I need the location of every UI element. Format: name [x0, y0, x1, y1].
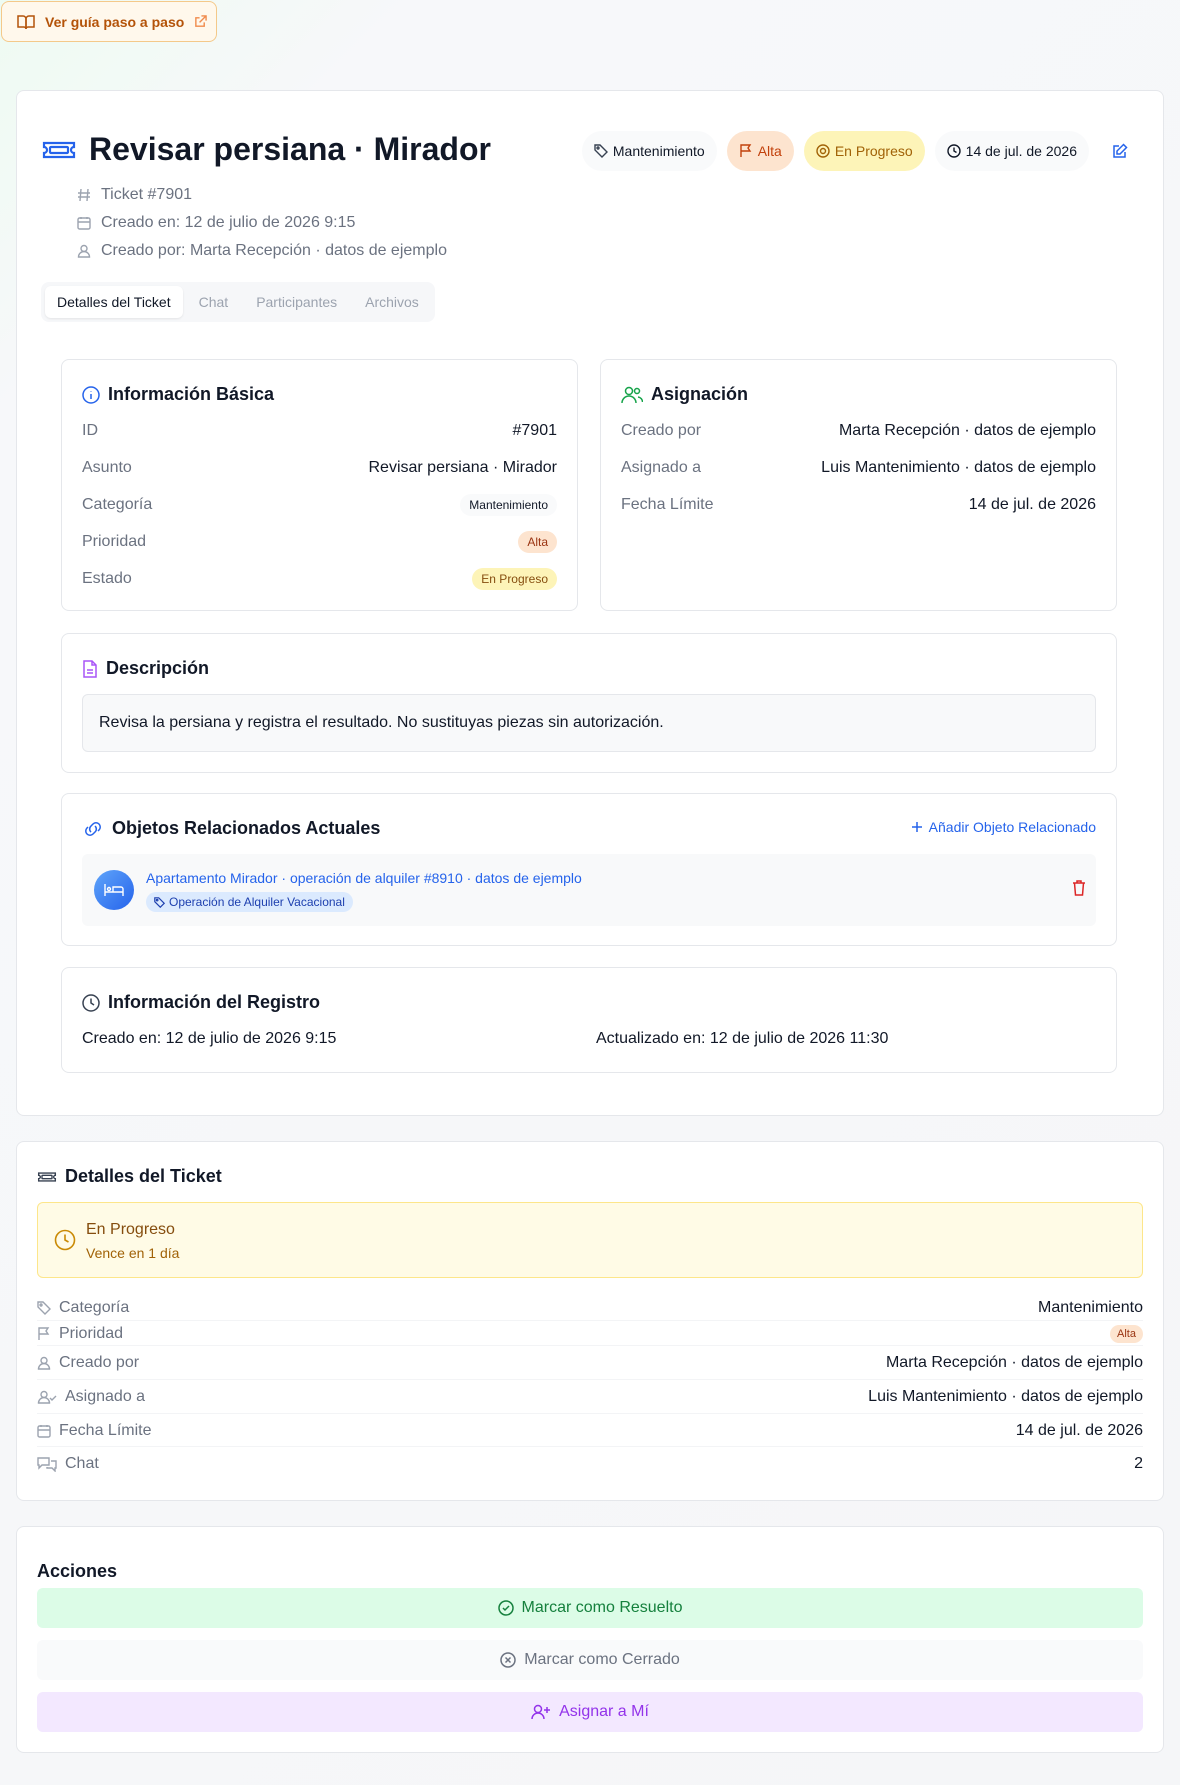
- book-icon: [17, 14, 35, 30]
- detail-row-category: Categoría Mantenimiento: [37, 1295, 1143, 1321]
- edit-icon: [1112, 143, 1128, 159]
- document-icon: [82, 659, 98, 678]
- related-objects-panel: Objetos Relacionados Actuales Añadir Obj…: [61, 793, 1117, 946]
- user-icon: [77, 244, 91, 258]
- guide-label: Ver guía paso a paso: [45, 13, 185, 30]
- actions-title: Acciones: [37, 1561, 118, 1581]
- basic-info-panel: Información Básica ID #7901 Asunto Revisar…: [61, 359, 578, 611]
- detail-row-due: Fecha Límite 14 de jul. de 2026: [37, 1415, 1143, 1447]
- created-by-row: Creado por: Marta Recepción · datos de e…: [77, 237, 447, 265]
- created-at-row: Creado en: 12 de julio de 2026 9:15: [77, 209, 447, 237]
- status-badge: En Progreso: [803, 131, 925, 171]
- ticket-tabs: Detalles del Ticket Chat Participantes A…: [41, 282, 435, 322]
- tag-icon: [594, 144, 608, 158]
- ticket-main-card: Revisar persiana · Mirador Mantenimiento…: [16, 90, 1164, 1116]
- due-date-badge: 14 de jul. de 2026: [934, 131, 1089, 171]
- ticket-meta: Ticket #7901 Creado en: 12 de julio de 2…: [77, 181, 447, 265]
- ticket-icon: [41, 138, 77, 162]
- related-object-type: Operación de Alquiler Vacacional: [146, 892, 353, 912]
- registry-updated: Actualizado en: 12 de julio de 2026 11:3…: [596, 1030, 889, 1047]
- tab-details[interactable]: Detalles del Ticket: [45, 286, 183, 318]
- detail-row-priority: Prioridad Alta: [37, 1322, 1143, 1346]
- user-plus-icon: [531, 1704, 551, 1720]
- info-row-id: ID #7901: [82, 421, 557, 439]
- info-icon: [82, 385, 100, 404]
- edit-button[interactable]: [1105, 136, 1135, 166]
- registry-created: Creado en: 12 de julio de 2026 9:15: [82, 1030, 337, 1047]
- due-note: Vence en 1 día: [86, 1245, 180, 1261]
- mark-resolved-button[interactable]: Marcar como Resuelto: [37, 1588, 1143, 1628]
- related-object-link[interactable]: Apartamento Mirador · operación de alqui…: [146, 870, 582, 886]
- flag-icon: [37, 1326, 51, 1341]
- flag-icon: [739, 144, 753, 158]
- basic-info-title: Información Básica: [82, 384, 274, 405]
- details-title: Detalles del Ticket: [37, 1166, 222, 1187]
- actions-card: Acciones Marcar como Resuelto Marcar com…: [16, 1526, 1164, 1753]
- guide-button[interactable]: Ver guía paso a paso: [1, 1, 217, 42]
- registry-title: Información del Registro: [82, 992, 320, 1013]
- description-panel: Descripción Revisa la persiana y registr…: [61, 633, 1117, 773]
- priority-chip: Alta: [518, 530, 557, 553]
- assign-to-me-button[interactable]: Asignar a Mí: [37, 1692, 1143, 1732]
- hash-icon: [77, 188, 91, 202]
- info-row-subject: Asunto Revisar persiana · Mirador: [82, 458, 557, 476]
- info-row-status: Estado En Progreso: [82, 560, 557, 597]
- priority-badge: Alta: [726, 131, 794, 171]
- description-text: Revisa la persiana y registra el resulta…: [82, 694, 1096, 752]
- ticket-title: Revisar persiana · Mirador: [89, 131, 491, 167]
- ticket-icon: [37, 1170, 57, 1184]
- clock-icon: [946, 144, 961, 158]
- priority-chip: Alta: [1110, 1324, 1143, 1343]
- link-icon: [82, 821, 104, 837]
- detail-row-creator: Creado por Marta Recepción · datos de ej…: [37, 1347, 1143, 1380]
- check-circle-icon: [497, 1600, 514, 1616]
- progress-circle-icon: [816, 144, 830, 158]
- assignment-panel: Asignación Creado por Marta Recepción · d…: [600, 359, 1117, 611]
- calendar-icon: [77, 216, 91, 230]
- category-chip: Mantenimiento: [460, 493, 557, 516]
- tag-icon: [154, 896, 165, 908]
- add-related-object-button[interactable]: Añadir Objeto Relacionado: [911, 819, 1096, 835]
- plus-icon: [911, 821, 923, 833]
- info-row-category: Categoría Mantenimiento: [82, 486, 557, 523]
- status-alert: En Progreso Vence en 1 día: [37, 1202, 1143, 1278]
- clock-icon: [54, 1229, 76, 1251]
- user-check-icon: [37, 1390, 57, 1404]
- assignment-title: Asignación: [621, 384, 748, 405]
- chat-icon: [37, 1456, 57, 1472]
- assign-row-creator: Creado por Marta Recepción · datos de eje…: [621, 421, 1096, 439]
- assign-row-assignee: Asignado a Luis Mantenimiento · datos de …: [621, 458, 1096, 476]
- x-circle-icon: [500, 1652, 516, 1668]
- related-object-item: Apartamento Mirador · operación de alqui…: [82, 854, 1096, 926]
- detail-row-assignee: Asignado a Luis Mantenimiento · datos de…: [37, 1381, 1143, 1414]
- status-text: En Progreso: [86, 1221, 175, 1238]
- external-link-icon: [194, 15, 208, 28]
- mark-closed-button[interactable]: Marcar como Cerrado: [37, 1640, 1143, 1680]
- trash-icon: [1072, 880, 1086, 896]
- status-chip: En Progreso: [472, 567, 557, 590]
- registry-panel: Información del Registro Creado en: 12 d…: [61, 967, 1117, 1073]
- category-badge: Mantenimiento: [581, 131, 717, 171]
- ticket-number-row: Ticket #7901: [77, 181, 447, 209]
- users-icon: [621, 386, 643, 404]
- calendar-icon: [37, 1424, 51, 1438]
- bed-icon: [94, 870, 134, 910]
- tab-participants[interactable]: Participantes: [244, 286, 349, 318]
- ticket-details-card: Detalles del Ticket En Progreso Vence en…: [16, 1141, 1164, 1501]
- clock-icon: [82, 993, 100, 1012]
- assign-row-due: Fecha Límite 14 de jul. de 2026: [621, 495, 1096, 513]
- related-objects-title: Objetos Relacionados Actuales: [82, 818, 380, 839]
- tab-files[interactable]: Archivos: [353, 286, 431, 318]
- delete-related-object-button[interactable]: [1072, 880, 1086, 896]
- description-title: Descripción: [82, 658, 209, 679]
- info-row-priority: Prioridad Alta: [82, 523, 557, 560]
- tab-chat[interactable]: Chat: [187, 286, 241, 318]
- ticket-badges: Mantenimiento Alta En Progreso 14 de jul…: [581, 131, 1135, 171]
- user-icon: [37, 1356, 51, 1370]
- detail-row-chat: Chat 2: [37, 1448, 1143, 1480]
- tag-icon: [37, 1300, 51, 1315]
- ticket-header: Revisar persiana · Mirador: [41, 131, 491, 168]
